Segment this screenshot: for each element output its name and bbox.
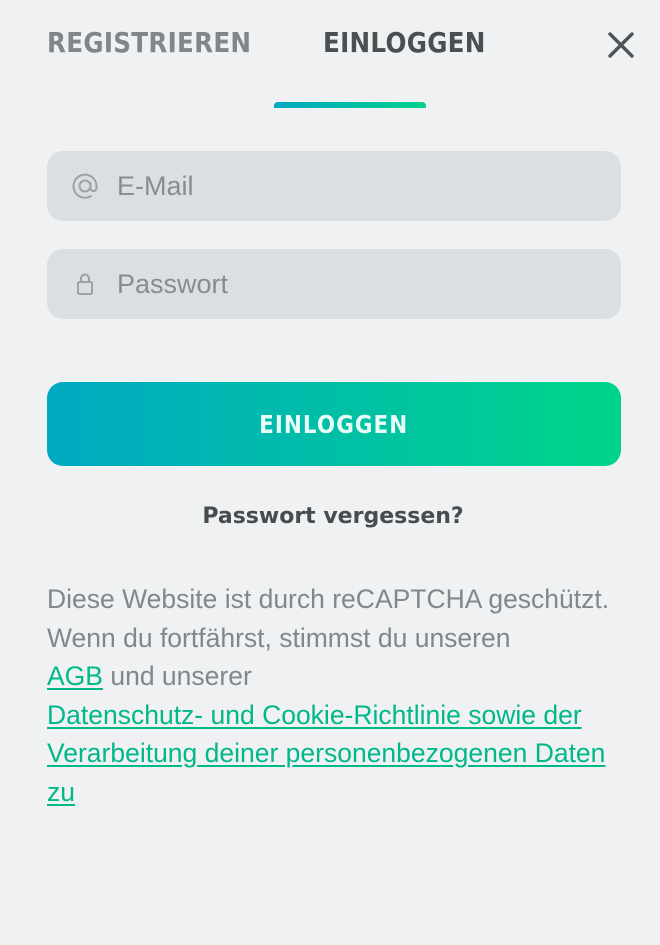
recaptcha-notice: Diese Website ist durch reCAPTCHA geschü…	[47, 584, 610, 614]
close-button[interactable]	[606, 30, 636, 60]
privacy-policy-link[interactable]: Datenschutz- und Cookie-Richtlinie sowie…	[47, 700, 605, 807]
active-tab-indicator	[274, 102, 426, 108]
email-input[interactable]	[117, 170, 597, 202]
agb-link[interactable]: AGB	[47, 661, 103, 691]
login-button[interactable]: EINLOGGEN	[47, 382, 621, 466]
consent-text-middle: und unserer	[110, 661, 252, 691]
consent-text: Wenn du fortfährst, stimmst du unseren	[47, 622, 511, 653]
close-icon	[608, 32, 634, 58]
forgot-password-link[interactable]: Passwort vergessen?	[0, 504, 660, 529]
lock-icon	[69, 268, 101, 300]
tab-login[interactable]: EINLOGGEN	[323, 26, 486, 69]
legal-notice: Diese Website ist durch reCAPTCHA geschü…	[47, 580, 627, 811]
email-field[interactable]	[47, 151, 621, 221]
tab-register[interactable]: REGISTRIEREN	[47, 26, 251, 69]
password-field[interactable]	[47, 249, 621, 319]
at-icon	[69, 170, 101, 202]
password-input[interactable]	[117, 268, 597, 300]
login-modal: REGISTRIEREN EINLOGGEN EINLOGGEN Passwor…	[0, 0, 660, 945]
auth-tabs: REGISTRIEREN EINLOGGEN	[47, 26, 508, 69]
login-button-label: EINLOGGEN	[259, 409, 409, 439]
